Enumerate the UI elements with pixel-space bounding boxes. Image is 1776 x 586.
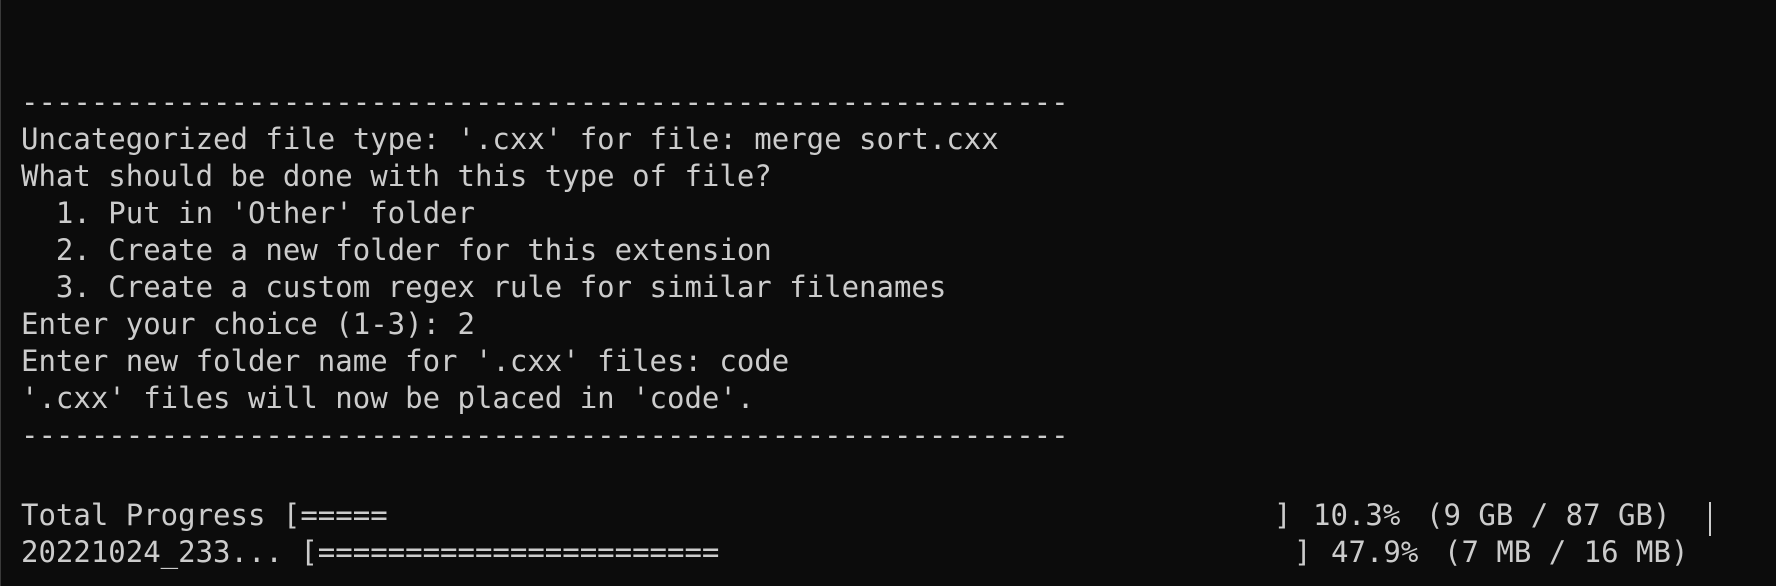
- choice-prompt: Enter your choice (1-3): 2: [21, 307, 475, 341]
- separator-top: ----------------------------------------…: [21, 85, 1069, 119]
- text-cursor: [1709, 502, 1711, 536]
- total-progress-percent: 10.3%: [1313, 498, 1401, 532]
- total-progress-detail: (9 GB / 87 GB): [1426, 498, 1671, 532]
- file-progress-row: 20221024_233... [=======================…: [21, 534, 1711, 571]
- terminal-window[interactable]: ----------------------------------------…: [0, 0, 1776, 586]
- file-progress-bracket: ]: [1294, 535, 1312, 569]
- total-progress-bracket: ]: [1274, 498, 1292, 532]
- total-progress-row: Total Progress [===== ] 10.3% (9 GB / 87…: [21, 497, 1711, 534]
- file-progress-label-bar: 20221024_233... [=======================: [21, 535, 720, 569]
- question-message: What should be done with this type of fi…: [21, 159, 772, 193]
- option-3: 3. Create a custom regex rule for simila…: [21, 270, 947, 304]
- folder-name-prompt: Enter new folder name for '.cxx' files: …: [21, 344, 790, 378]
- separator-bottom: ----------------------------------------…: [21, 418, 1069, 452]
- file-progress-percent: 47.9%: [1331, 535, 1419, 569]
- result-message: '.cxx' files will now be placed in 'code…: [21, 381, 755, 415]
- uncategorized-message: Uncategorized file type: '.cxx' for file…: [21, 122, 999, 156]
- total-progress-label-bar: Total Progress [=====: [21, 498, 388, 532]
- option-2: 2. Create a new folder for this extensio…: [21, 233, 772, 267]
- file-progress-detail: (7 MB / 16 MB): [1444, 535, 1689, 569]
- option-1: 1. Put in 'Other' folder: [21, 196, 475, 230]
